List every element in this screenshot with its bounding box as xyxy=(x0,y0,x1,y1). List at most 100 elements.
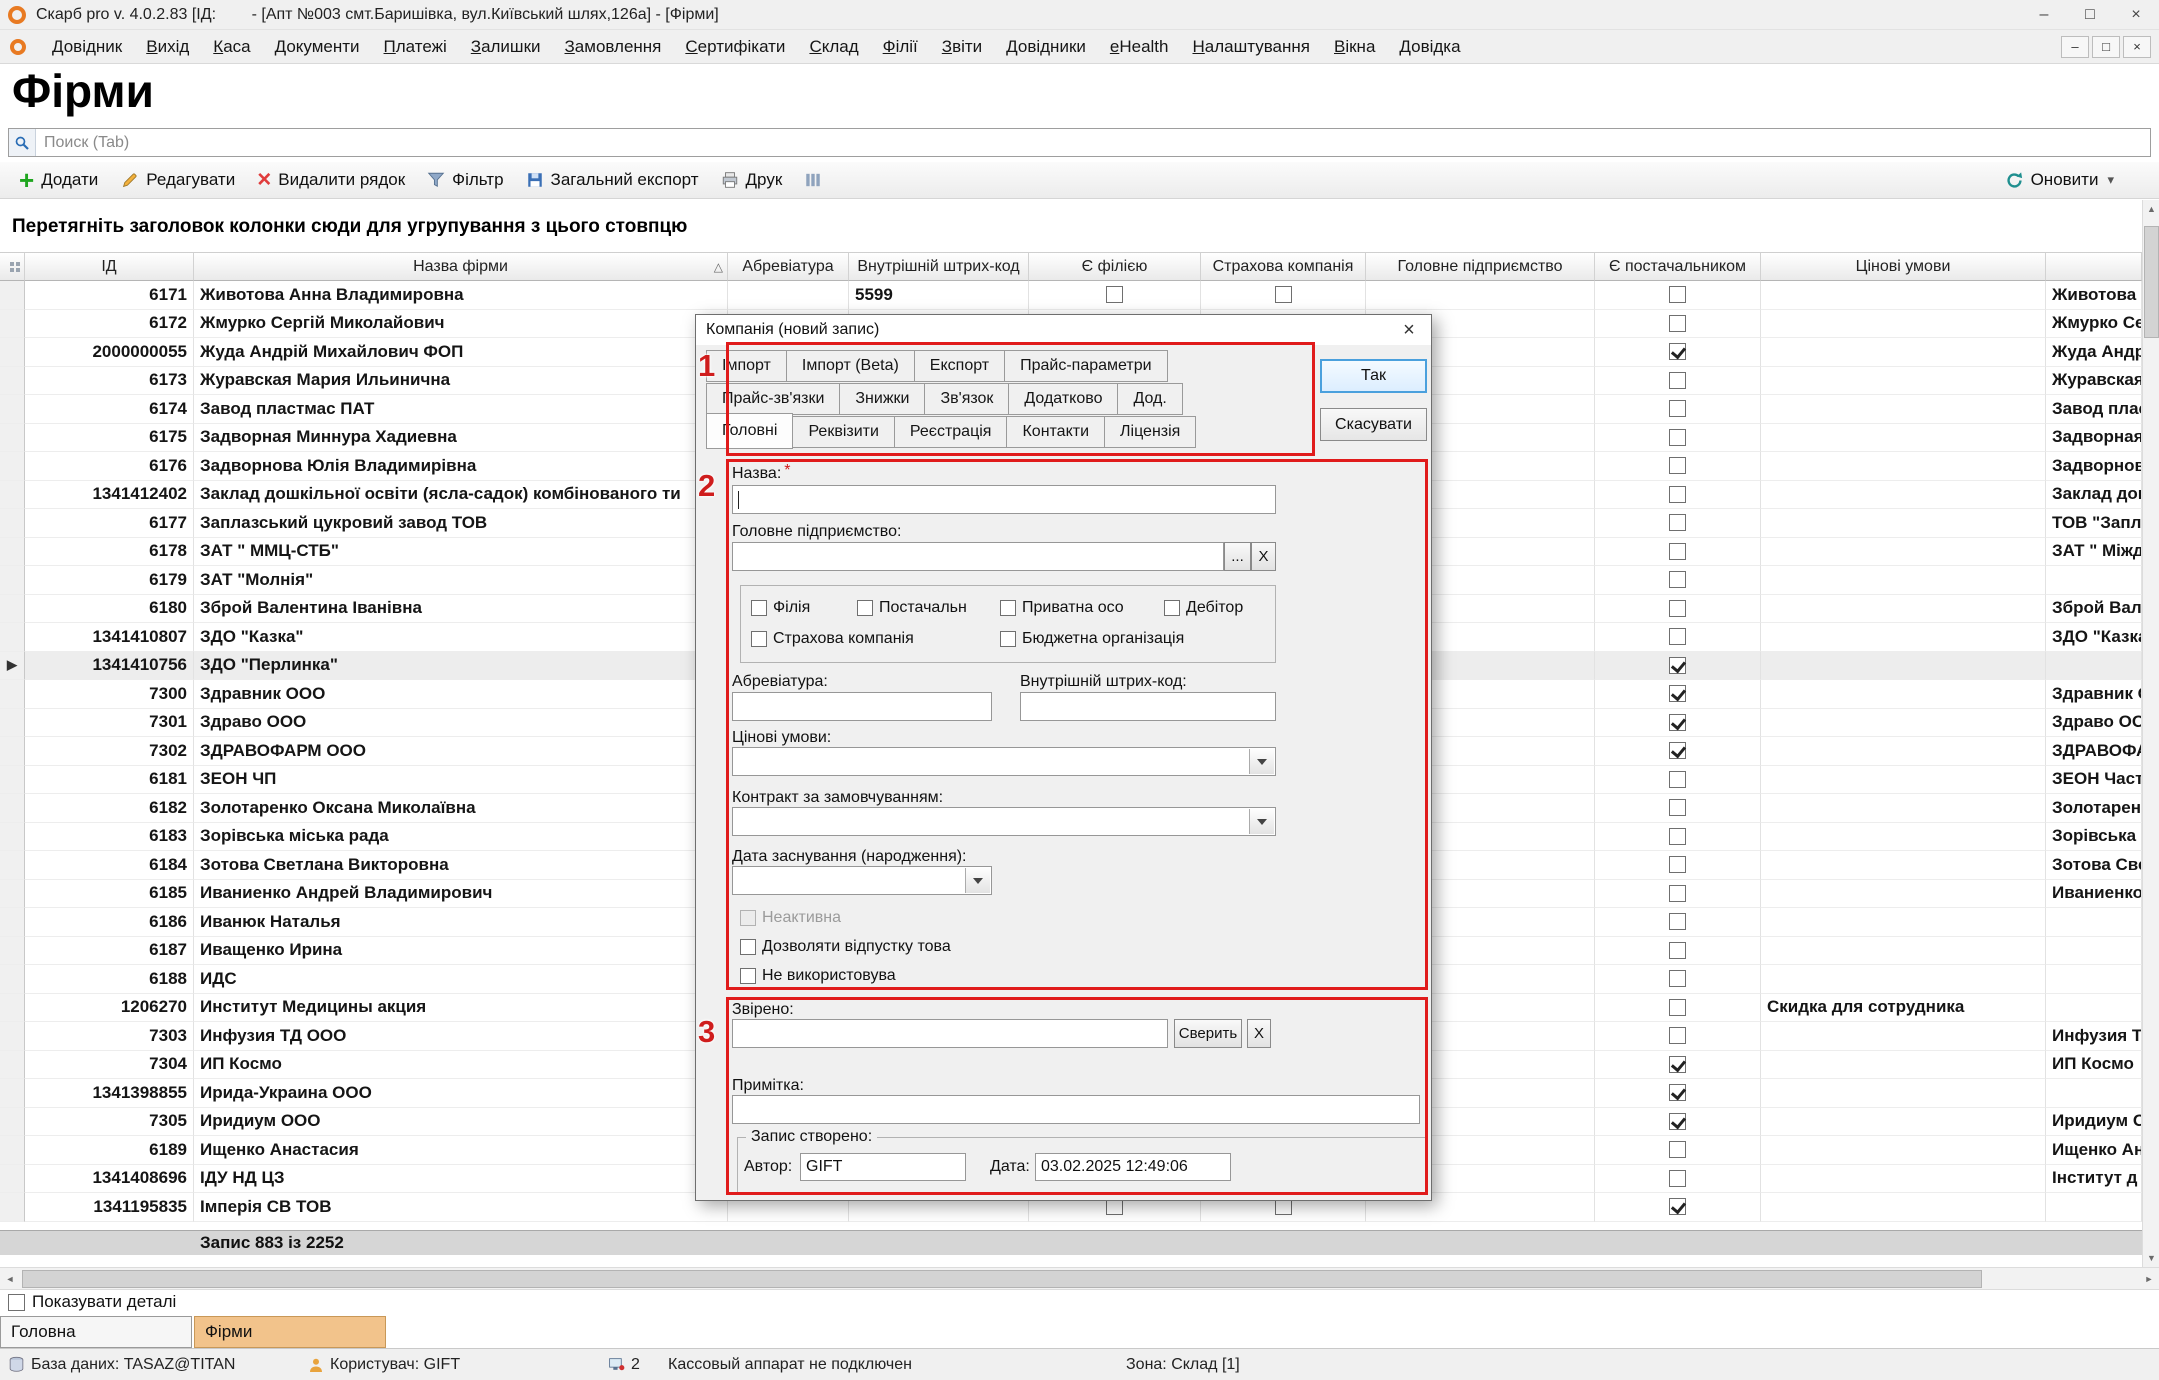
parent-clear-button[interactable]: X xyxy=(1251,542,1276,571)
ok-button[interactable]: Так xyxy=(1320,359,1427,393)
vertical-scrollbar[interactable]: ▲ ▼ xyxy=(2142,200,2159,1267)
tab-price-params[interactable]: Прайс-параметри xyxy=(1004,350,1167,382)
scroll-up-icon[interactable]: ▲ xyxy=(2143,200,2159,218)
is-supplier-checkbox[interactable] xyxy=(1669,885,1686,902)
name-input[interactable] xyxy=(732,485,1276,514)
tab-main[interactable]: Головні xyxy=(706,413,793,449)
row-selector-header[interactable] xyxy=(0,252,25,281)
is-supplier-checkbox[interactable] xyxy=(1669,685,1686,702)
menu-item-12[interactable]: eHealth xyxy=(1098,37,1181,57)
parent-company-input[interactable] xyxy=(732,542,1224,571)
menu-item-5[interactable]: Залишки xyxy=(459,37,553,57)
is-supplier-checkbox[interactable] xyxy=(1669,600,1686,617)
is-supplier-checkbox[interactable] xyxy=(1669,372,1686,389)
menu-item-0[interactable]: Довідник xyxy=(40,37,134,57)
tab-contacts[interactable]: Контакти xyxy=(1006,416,1105,448)
menu-item-6[interactable]: Замовлення xyxy=(553,37,674,57)
is-branch-checkbox[interactable] xyxy=(1106,286,1123,303)
column-header-barcode[interactable]: Внутрішній штрих-код xyxy=(849,252,1029,281)
is-supplier-checkbox[interactable] xyxy=(1669,1141,1686,1158)
column-header-price-terms[interactable]: Цінові умови xyxy=(1761,252,2046,281)
scroll-left-icon[interactable]: ◄ xyxy=(0,1268,20,1289)
menu-item-3[interactable]: Документи xyxy=(263,37,372,57)
dialog-close-icon[interactable]: × xyxy=(1393,317,1425,343)
is-supplier-checkbox[interactable] xyxy=(1669,486,1686,503)
delete-row-button[interactable]: × Видалити рядок xyxy=(248,166,414,194)
verified-input[interactable] xyxy=(732,1019,1168,1048)
tab-export[interactable]: Експорт xyxy=(914,350,1005,382)
is-supplier-checkbox[interactable] xyxy=(1669,856,1686,873)
dropdown-icon[interactable] xyxy=(1249,809,1274,834)
tab-firmy[interactable]: Фірми xyxy=(194,1316,386,1348)
supplier-checkbox[interactable] xyxy=(857,600,873,616)
menu-item-10[interactable]: Звіти xyxy=(930,37,994,57)
is-supplier-checkbox[interactable] xyxy=(1669,457,1686,474)
column-header-insurance[interactable]: Страхова компанія xyxy=(1201,252,1366,281)
not-use-checkbox[interactable] xyxy=(740,968,756,984)
is-supplier-checkbox[interactable] xyxy=(1669,828,1686,845)
menu-item-8[interactable]: Склад xyxy=(797,37,870,57)
edit-button[interactable]: Редагувати xyxy=(111,166,244,194)
menu-item-9[interactable]: Філії xyxy=(871,37,930,57)
is-supplier-checkbox[interactable] xyxy=(1669,286,1686,303)
menu-item-7[interactable]: Сертифікати xyxy=(673,37,797,57)
tab-connection[interactable]: Зв'язок xyxy=(924,383,1009,415)
dropdown-icon[interactable] xyxy=(1249,749,1274,774)
is-supplier-checkbox[interactable] xyxy=(1669,628,1686,645)
verify-button[interactable]: Сверить xyxy=(1174,1019,1242,1048)
column-header-supplier[interactable]: Є постачальником xyxy=(1595,252,1761,281)
barcode-input[interactable] xyxy=(1020,692,1276,721)
is-supplier-checkbox[interactable] xyxy=(1669,514,1686,531)
mdi-close-button[interactable]: × xyxy=(2123,36,2151,58)
tab-import[interactable]: Імпорт xyxy=(706,350,787,382)
is-supplier-checkbox[interactable] xyxy=(1669,970,1686,987)
is-supplier-checkbox[interactable] xyxy=(1669,771,1686,788)
created-date-input[interactable]: 03.02.2025 12:49:06 xyxy=(1035,1153,1231,1181)
dropdown-icon[interactable] xyxy=(965,868,990,893)
is-supplier-checkbox[interactable] xyxy=(1669,942,1686,959)
print-button[interactable]: Друк xyxy=(712,166,792,194)
filter-button[interactable]: Фільтр xyxy=(418,166,512,194)
is-supplier-checkbox[interactable] xyxy=(1669,1113,1686,1130)
vertical-scroll-thumb[interactable] xyxy=(2144,226,2159,338)
tab-license[interactable]: Ліцензія xyxy=(1104,416,1196,448)
is-supplier-checkbox[interactable] xyxy=(1669,571,1686,588)
tab-holovna[interactable]: Головна xyxy=(0,1316,192,1348)
tab-discounts[interactable]: Знижки xyxy=(839,383,925,415)
horizontal-scrollbar[interactable]: ◄ ► xyxy=(0,1267,2159,1290)
minimize-button[interactable]: – xyxy=(2021,0,2067,29)
is-supplier-checkbox[interactable] xyxy=(1669,1056,1686,1073)
private-person-checkbox[interactable] xyxy=(1000,600,1016,616)
refresh-dropdown-icon[interactable]: ▾ xyxy=(2107,172,2114,188)
cancel-button[interactable]: Скасувати xyxy=(1320,408,1427,441)
is-supplier-checkbox[interactable] xyxy=(1669,714,1686,731)
refresh-button[interactable]: Оновити ▾ xyxy=(1996,166,2123,194)
column-header-parent[interactable]: Головне підприємство xyxy=(1366,252,1595,281)
tab-price-links[interactable]: Прайс-зв'язки xyxy=(706,383,840,415)
abbr-input[interactable] xyxy=(732,692,992,721)
menu-item-4[interactable]: Платежі xyxy=(372,37,459,57)
scroll-down-icon[interactable]: ▼ xyxy=(2143,1249,2159,1267)
is-supplier-checkbox[interactable] xyxy=(1669,799,1686,816)
budget-org-checkbox[interactable] xyxy=(1000,631,1016,647)
mdi-restore-button[interactable]: □ xyxy=(2092,36,2120,58)
columns-button[interactable] xyxy=(795,167,831,193)
menu-item-11[interactable]: Довідники xyxy=(994,37,1098,57)
column-header-is-branch[interactable]: Є філією xyxy=(1029,252,1201,281)
is-supplier-checkbox[interactable] xyxy=(1669,315,1686,332)
add-button[interactable]: + Додати xyxy=(10,166,107,194)
allow-dispense-checkbox[interactable] xyxy=(740,939,756,955)
price-terms-select[interactable] xyxy=(732,747,1276,776)
search-icon[interactable] xyxy=(9,129,36,156)
menu-item-13[interactable]: Налаштування xyxy=(1180,37,1322,57)
horizontal-scroll-thumb[interactable] xyxy=(22,1270,1982,1288)
table-row[interactable]: 6171Животова Анна Владимировна5599Живото… xyxy=(0,281,2142,310)
tab-registration[interactable]: Реєстрація xyxy=(894,416,1008,448)
is-insurance-checkbox[interactable] xyxy=(1275,286,1292,303)
menu-item-14[interactable]: Вікна xyxy=(1322,37,1387,57)
maximize-button[interactable]: □ xyxy=(2067,0,2113,29)
scroll-right-icon[interactable]: ► xyxy=(2139,1268,2159,1289)
is-supplier-checkbox[interactable] xyxy=(1669,1170,1686,1187)
tab-add[interactable]: Дод. xyxy=(1117,383,1182,415)
is-supplier-checkbox[interactable] xyxy=(1669,742,1686,759)
